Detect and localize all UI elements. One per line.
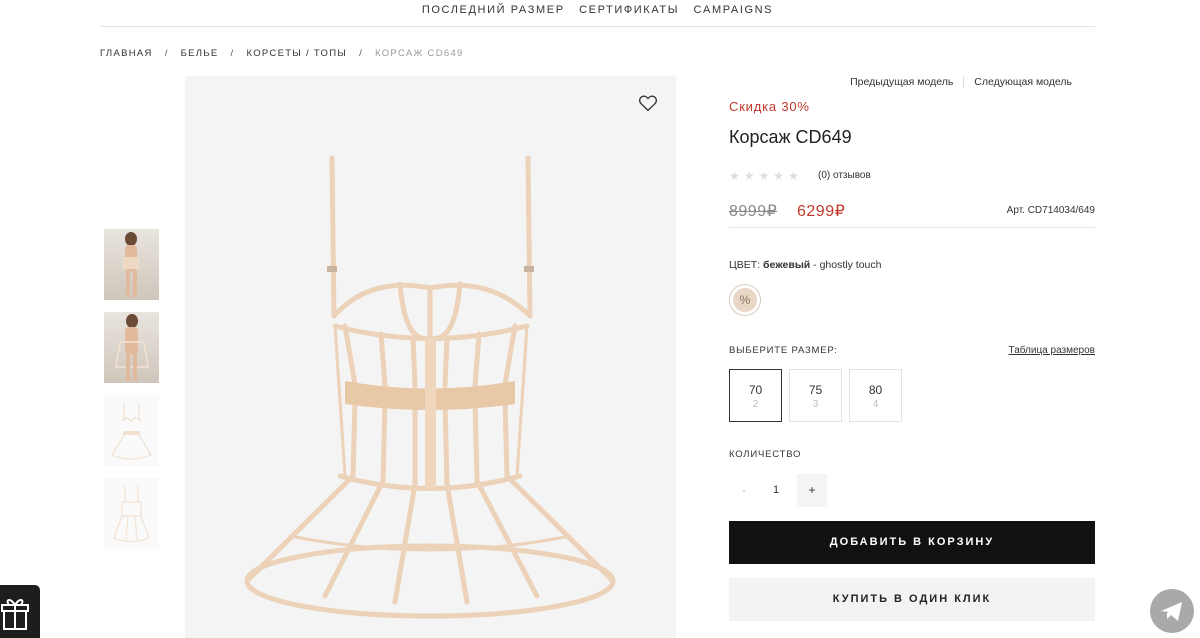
prev-model-link[interactable]: Предыдущая модель: [840, 76, 965, 88]
swatch-fill: %: [733, 288, 757, 312]
breadcrumb-corsets[interactable]: КОРСЕТЫ / ТОПЫ: [246, 48, 347, 59]
thumbnail-list: [104, 229, 159, 561]
size-stock: 3: [812, 399, 819, 410]
thumbnail-model-front[interactable]: [104, 229, 159, 300]
sale-price: 6299₽: [797, 203, 846, 220]
gift-widget[interactable]: [0, 585, 40, 638]
size-value: 70: [748, 383, 763, 397]
star-icon: ★: [743, 169, 759, 183]
breadcrumb-separator: /: [164, 48, 169, 59]
breadcrumb-current: КОРСАЖ CD649: [375, 48, 464, 59]
size-option-75[interactable]: 75 3: [789, 369, 842, 422]
size-label: ВЫБЕРИТЕ РАЗМЕР:: [729, 345, 838, 356]
buy-one-click-button[interactable]: КУПИТЬ В ОДИН КЛИК: [729, 578, 1095, 621]
divider: [729, 227, 1095, 228]
nav-certificates[interactable]: СЕРТИФИКАТЫ: [579, 4, 679, 16]
product-main-image[interactable]: [185, 76, 676, 638]
favorite-heart-icon[interactable]: [638, 94, 658, 112]
color-swatch-beige[interactable]: %: [729, 284, 761, 316]
corset-illustration: [244, 155, 616, 619]
quantity-label: КОЛИЧЕСТВО: [729, 449, 802, 460]
thumbnail-model-back[interactable]: [104, 312, 159, 383]
breadcrumb-home[interactable]: ГЛАВНАЯ: [100, 48, 153, 59]
product-title: Корсаж CD649: [729, 127, 852, 147]
product-navigation: Предыдущая модель Следующая модель: [840, 76, 1082, 88]
discount-label: Скидка 30%: [729, 99, 810, 114]
telegram-icon: [1161, 602, 1182, 621]
color-suffix: - ghostly touch: [813, 259, 882, 271]
breadcrumb-separator: /: [359, 48, 364, 59]
size-chart-link[interactable]: Таблица размеров: [1009, 345, 1095, 356]
product-sku: Арт. CD714034/649: [1006, 205, 1095, 216]
gift-icon: [1, 599, 29, 630]
thumbnail-product-front[interactable]: [104, 395, 159, 466]
top-navigation: ПОСЛЕДНИЙ РАЗМЕР СЕРТИФИКАТЫ CAMPAIGNS: [100, 0, 1095, 27]
breadcrumb: ГЛАВНАЯ / БЕЛЬЕ / КОРСЕТЫ / ТОПЫ / КОРСАЖ CD64…: [100, 48, 464, 59]
rating-stars[interactable]: ★★★★★: [729, 169, 803, 183]
size-option-80[interactable]: 80 4: [849, 369, 902, 422]
next-model-link[interactable]: Следующая модель: [964, 76, 1082, 88]
quantity-increase-button[interactable]: +: [797, 474, 827, 507]
quantity-stepper: -1 +: [729, 474, 827, 507]
quantity-decrease-button[interactable]: -: [729, 474, 759, 507]
old-price: 8999₽: [729, 203, 778, 220]
color-name: бежевый: [763, 259, 811, 271]
nav-campaigns[interactable]: CAMPAIGNS: [694, 4, 774, 16]
star-icon: ★: [788, 169, 803, 183]
star-icon: ★: [773, 169, 789, 183]
breadcrumb-lingerie[interactable]: БЕЛЬЕ: [181, 48, 219, 59]
color-label: ЦВЕТ: бежевый - ghostly touch: [729, 259, 881, 271]
breadcrumb-separator: /: [230, 48, 235, 59]
telegram-button[interactable]: [1150, 589, 1194, 633]
quantity-value[interactable]: 1: [759, 474, 793, 507]
nav-last-size[interactable]: ПОСЛЕДНИЙ РАЗМЕР: [422, 4, 565, 16]
star-icon: ★: [729, 169, 744, 183]
add-to-cart-button[interactable]: ДОБАВИТЬ В КОРЗИНУ: [729, 521, 1095, 564]
size-options: 70 2 75 3 80 4: [729, 369, 909, 422]
size-value: 75: [808, 383, 823, 397]
reviews-count[interactable]: (0) отзывов: [818, 170, 871, 181]
size-option-70[interactable]: 70 2: [729, 369, 782, 422]
thumbnail-product-back[interactable]: [104, 478, 159, 549]
size-stock: 4: [872, 399, 879, 410]
color-label-prefix: ЦВЕТ:: [729, 259, 761, 271]
size-value: 80: [868, 383, 883, 397]
star-icon: ★: [758, 169, 774, 183]
size-stock: 2: [752, 399, 759, 410]
